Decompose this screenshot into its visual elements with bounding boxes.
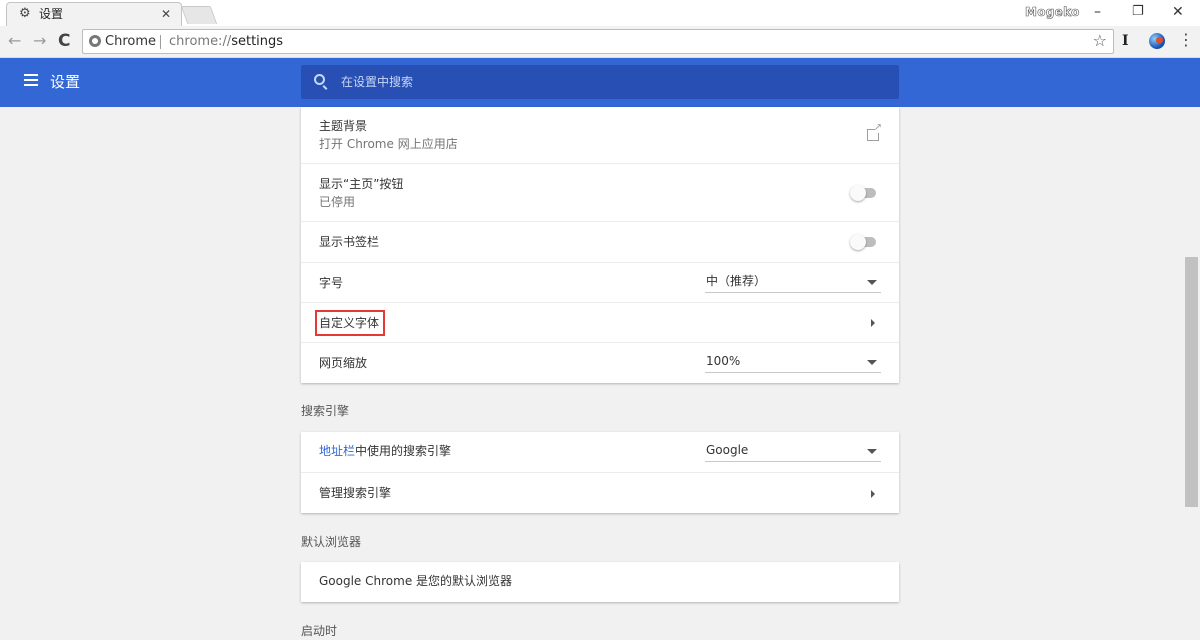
more-menu-icon[interactable]: ⋮ — [1178, 31, 1194, 49]
search-icon — [314, 74, 325, 85]
profile-name[interactable]: Mogeko — [1025, 5, 1080, 20]
theme-sub: 打开 Chrome 网上应用店 — [319, 137, 458, 151]
theme-row[interactable]: 主题背景 打开 Chrome 网上应用店 — [301, 107, 899, 163]
font-size-label: 字号 — [319, 276, 344, 290]
url-text[interactable]: chrome://settings — [169, 34, 283, 50]
scrollbar-thumb[interactable] — [1185, 257, 1198, 507]
theme-label: 主题背景 — [319, 119, 368, 133]
extension-i-icon[interactable]: I — [1122, 32, 1129, 50]
url-scheme: chrome:// — [169, 34, 232, 49]
restore-icon[interactable]: ❐ — [1132, 2, 1144, 22]
dropdown-caret-icon — [867, 360, 877, 365]
page-scrollbar[interactable] — [1183, 107, 1200, 640]
address-bar-engine-row: 地址栏中使用的搜索引擎 Google — [301, 432, 899, 472]
bookmarks-bar-label: 显示书签栏 — [319, 235, 380, 249]
address-bar-link[interactable]: 地址栏 — [319, 444, 355, 458]
page-zoom-label: 网页缩放 — [319, 356, 368, 370]
home-button-label: 显示“主页”按钮 — [319, 177, 404, 191]
chevron-right-icon — [871, 319, 875, 327]
url-host: settings — [231, 34, 284, 49]
page-title: 设置 — [50, 73, 81, 91]
bookmark-star-icon[interactable]: ☆ — [1093, 32, 1107, 50]
page-zoom-row: 网页缩放 100% — [301, 342, 899, 383]
bookmarks-bar-row[interactable]: 显示书签栏 — [301, 221, 899, 262]
manage-search-engines-label: 管理搜索引擎 — [319, 486, 392, 500]
font-size-row: 字号 中（推荐） — [301, 262, 899, 302]
default-browser-card: Google Chrome 是您的默认浏览器 — [301, 562, 899, 602]
custom-fonts-row[interactable]: 自定义字体 — [301, 302, 899, 342]
chip-separator — [160, 35, 161, 49]
browser-toolbar: ← → C Chrome chrome://settings ☆ I ⋮ — [0, 26, 1200, 58]
chrome-site-icon — [89, 35, 101, 47]
default-browser-status: Google Chrome 是您的默认浏览器 — [319, 574, 513, 588]
home-button-toggle[interactable] — [850, 185, 878, 201]
bookmarks-bar-toggle[interactable] — [850, 234, 878, 250]
page-zoom-select[interactable]: 100% — [705, 351, 881, 373]
back-arrow-icon[interactable]: ← — [8, 31, 21, 51]
reload-icon[interactable]: C — [58, 31, 70, 51]
custom-fonts-label: 自定义字体 — [319, 316, 380, 330]
default-browser-row: Google Chrome 是您的默认浏览器 — [301, 562, 899, 602]
address-bar[interactable]: Chrome chrome://settings ☆ — [82, 29, 1114, 54]
window-close-icon[interactable]: ✕ — [1172, 2, 1184, 22]
settings-search[interactable] — [301, 65, 899, 99]
search-engine-value: Google — [706, 443, 749, 457]
default-browser-section-title: 默认浏览器 — [301, 535, 362, 549]
minimize-icon[interactable]: – — [1094, 2, 1101, 22]
search-input[interactable] — [341, 72, 881, 92]
extension-globe-icon[interactable] — [1149, 33, 1165, 49]
new-tab-button[interactable] — [180, 6, 218, 24]
home-button-sub: 已停用 — [319, 195, 356, 209]
dropdown-caret-icon — [867, 449, 877, 454]
home-button-row[interactable]: 显示“主页”按钮 已停用 — [301, 163, 899, 221]
dropdown-caret-icon — [867, 280, 877, 285]
tab-strip: ⚙ 设置 ✕ Mogeko – ❐ ✕ — [0, 0, 1200, 26]
forward-arrow-icon[interactable]: → — [33, 31, 46, 51]
tab-settings[interactable]: ⚙ 设置 ✕ — [6, 2, 182, 26]
search-engine-card: 地址栏中使用的搜索引擎 Google 管理搜索引擎 — [301, 432, 899, 513]
settings-header: 设置 — [0, 58, 1200, 107]
address-bar-engine-label-rest: 中使用的搜索引擎 — [355, 444, 452, 458]
gear-icon: ⚙ — [19, 6, 31, 21]
search-engine-section-title: 搜索引擎 — [301, 404, 350, 418]
appearance-card: 主题背景 打开 Chrome 网上应用店 显示“主页”按钮 已停用 显示书签栏 … — [301, 107, 899, 383]
search-engine-select[interactable]: Google — [705, 440, 881, 462]
startup-section-title: 启动时 — [301, 624, 338, 638]
font-size-select[interactable]: 中（推荐） — [705, 271, 881, 293]
chevron-right-icon — [871, 490, 875, 498]
address-bar-engine-label: 地址栏中使用的搜索引擎 — [319, 444, 451, 459]
tab-title: 设置 — [39, 7, 64, 21]
tab-close-icon[interactable]: ✕ — [161, 6, 171, 22]
font-size-value: 中（推荐） — [706, 274, 767, 288]
manage-search-engines-row[interactable]: 管理搜索引擎 — [301, 472, 899, 513]
page-zoom-value: 100% — [706, 354, 741, 368]
external-link-icon[interactable] — [867, 122, 882, 141]
hamburger-menu-icon[interactable] — [24, 74, 38, 86]
site-chip: Chrome — [105, 34, 156, 49]
